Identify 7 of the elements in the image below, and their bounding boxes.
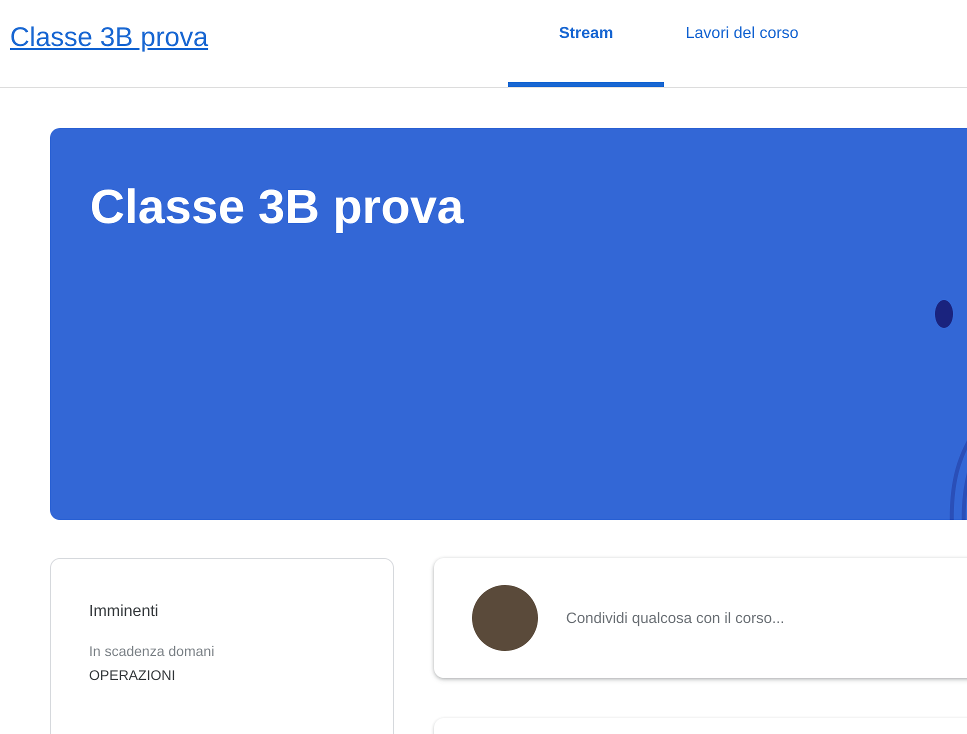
nav-tab[interactable]: Stream: [508, 0, 664, 87]
banner-title: Classe 3B prova: [90, 180, 464, 235]
assignment-name: OPERAZIONI: [89, 666, 176, 685]
class-name-link[interactable]: Classe 3B prova: [10, 22, 208, 53]
upcoming-title: Imminenti: [89, 603, 160, 621]
due-label: In scadenza domani: [89, 642, 216, 661]
nav-tab[interactable]: Lavori del corso: [664, 0, 820, 87]
